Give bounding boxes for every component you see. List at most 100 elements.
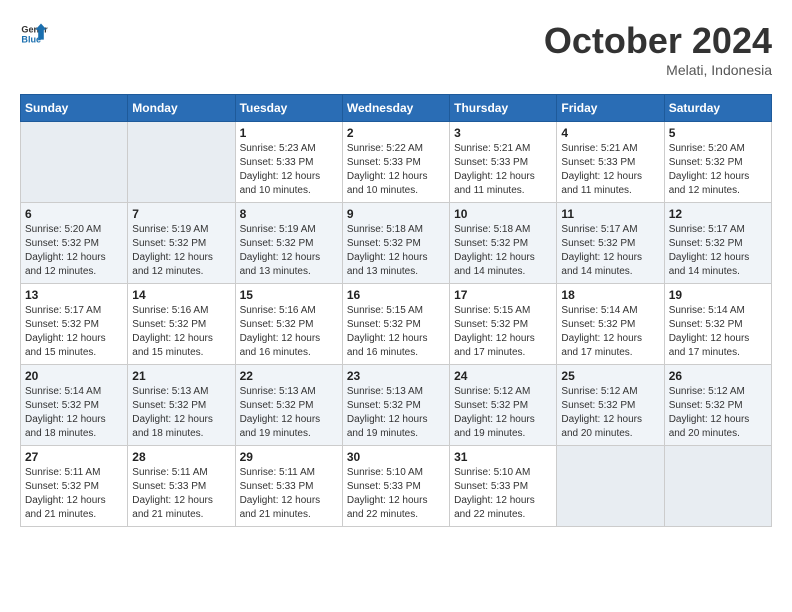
day-number: 8 [240, 207, 338, 221]
day-number: 21 [132, 369, 230, 383]
day-info: Sunrise: 5:19 AM Sunset: 5:32 PM Dayligh… [240, 223, 338, 279]
calendar-cell: 12 Sunrise: 5:17 AM Sunset: 5:32 PM Dayli… [664, 203, 771, 284]
day-info: Sunrise: 5:13 AM Sunset: 5:32 PM Dayligh… [240, 385, 338, 441]
calendar-cell: 1 Sunrise: 5:23 AM Sunset: 5:33 PM Daylig… [235, 122, 342, 203]
calendar-cell: 13Sunrise: 5:17 AM Sunset: 5:32 PM Dayli… [21, 284, 128, 365]
day-number: 29 [240, 450, 338, 464]
day-number: 13 [25, 288, 123, 302]
calendar-cell [557, 446, 664, 527]
day-number: 24 [454, 369, 552, 383]
title-block: October 2024 Melati, Indonesia [544, 20, 772, 78]
calendar-cell: 11 Sunrise: 5:17 AM Sunset: 5:32 PM Dayli… [557, 203, 664, 284]
calendar-cell: 27 Sunrise: 5:11 AM Sunset: 5:32 PM Dayli… [21, 446, 128, 527]
day-number: 23 [347, 369, 445, 383]
calendar-cell: 23 Sunrise: 5:13 AM Sunset: 5:32 PM Dayli… [342, 365, 449, 446]
day-info: Sunrise: 5:16 AM Sunset: 5:32 PM Dayligh… [240, 304, 338, 360]
calendar-cell: 14 Sunrise: 5:16 AM Sunset: 5:32 PM Dayli… [128, 284, 235, 365]
calendar-cell: 20Sunrise: 5:14 AM Sunset: 5:32 PM Dayli… [21, 365, 128, 446]
day-number: 17 [454, 288, 552, 302]
calendar-header-row: SundayMondayTuesdayWednesdayThursdayFrid… [21, 95, 772, 122]
day-info: Sunrise: 5:14 AM Sunset: 5:32 PM Dayligh… [25, 385, 123, 441]
logo-icon: General Blue [20, 20, 48, 48]
day-info: Sunrise: 5:13 AM Sunset: 5:32 PM Dayligh… [347, 385, 445, 441]
day-number: 6 [25, 207, 123, 221]
month-title: October 2024 [544, 20, 772, 62]
calendar-table: SundayMondayTuesdayWednesdayThursdayFrid… [20, 94, 772, 527]
calendar-cell: 29Sunrise: 5:11 AM Sunset: 5:33 PM Dayli… [235, 446, 342, 527]
calendar-cell: 5 Sunrise: 5:20 AM Sunset: 5:32 PM Daylig… [664, 122, 771, 203]
calendar-cell [21, 122, 128, 203]
day-number: 14 [132, 288, 230, 302]
calendar-cell: 30 Sunrise: 5:10 AM Sunset: 5:33 PM Dayli… [342, 446, 449, 527]
weekday-header: Wednesday [342, 95, 449, 122]
calendar-cell: 15Sunrise: 5:16 AM Sunset: 5:32 PM Dayli… [235, 284, 342, 365]
weekday-header: Thursday [450, 95, 557, 122]
weekday-header: Friday [557, 95, 664, 122]
calendar-week-row: 6 Sunrise: 5:20 AM Sunset: 5:32 PM Daylig… [21, 203, 772, 284]
calendar-week-row: 20Sunrise: 5:14 AM Sunset: 5:32 PM Dayli… [21, 365, 772, 446]
day-number: 19 [669, 288, 767, 302]
calendar-cell: 22 Sunrise: 5:13 AM Sunset: 5:32 PM Dayli… [235, 365, 342, 446]
weekday-header: Sunday [21, 95, 128, 122]
day-number: 4 [561, 126, 659, 140]
day-info: Sunrise: 5:21 AM Sunset: 5:33 PM Dayligh… [454, 142, 552, 198]
calendar-cell: 10Sunrise: 5:18 AM Sunset: 5:32 PM Dayli… [450, 203, 557, 284]
day-number: 16 [347, 288, 445, 302]
svg-text:Blue: Blue [21, 34, 41, 44]
day-info: Sunrise: 5:17 AM Sunset: 5:32 PM Dayligh… [561, 223, 659, 279]
day-number: 2 [347, 126, 445, 140]
calendar-cell [664, 446, 771, 527]
calendar-cell: 19 Sunrise: 5:14 AM Sunset: 5:32 PM Dayli… [664, 284, 771, 365]
calendar-cell: 2 Sunrise: 5:22 AM Sunset: 5:33 PM Daylig… [342, 122, 449, 203]
day-info: Sunrise: 5:12 AM Sunset: 5:32 PM Dayligh… [454, 385, 552, 441]
calendar-cell: 28 Sunrise: 5:11 AM Sunset: 5:33 PM Dayli… [128, 446, 235, 527]
calendar-cell: 16 Sunrise: 5:15 AM Sunset: 5:32 PM Dayli… [342, 284, 449, 365]
calendar-week-row: 1 Sunrise: 5:23 AM Sunset: 5:33 PM Daylig… [21, 122, 772, 203]
day-info: Sunrise: 5:15 AM Sunset: 5:32 PM Dayligh… [454, 304, 552, 360]
calendar-cell: 31 Sunrise: 5:10 AM Sunset: 5:33 PM Dayli… [450, 446, 557, 527]
day-info: Sunrise: 5:15 AM Sunset: 5:32 PM Dayligh… [347, 304, 445, 360]
day-info: Sunrise: 5:13 AM Sunset: 5:32 PM Dayligh… [132, 385, 230, 441]
day-info: Sunrise: 5:21 AM Sunset: 5:33 PM Dayligh… [561, 142, 659, 198]
day-number: 1 [240, 126, 338, 140]
location-subtitle: Melati, Indonesia [544, 62, 772, 78]
day-info: Sunrise: 5:10 AM Sunset: 5:33 PM Dayligh… [454, 466, 552, 522]
day-number: 25 [561, 369, 659, 383]
day-number: 27 [25, 450, 123, 464]
page-header: General Blue October 2024 Melati, Indone… [20, 20, 772, 78]
calendar-cell: 6 Sunrise: 5:20 AM Sunset: 5:32 PM Daylig… [21, 203, 128, 284]
day-info: Sunrise: 5:14 AM Sunset: 5:32 PM Dayligh… [669, 304, 767, 360]
calendar-cell: 21 Sunrise: 5:13 AM Sunset: 5:32 PM Dayli… [128, 365, 235, 446]
day-number: 31 [454, 450, 552, 464]
calendar-week-row: 27 Sunrise: 5:11 AM Sunset: 5:32 PM Dayli… [21, 446, 772, 527]
day-number: 22 [240, 369, 338, 383]
calendar-cell: 3 Sunrise: 5:21 AM Sunset: 5:33 PM Daylig… [450, 122, 557, 203]
day-info: Sunrise: 5:17 AM Sunset: 5:32 PM Dayligh… [669, 223, 767, 279]
weekday-header: Tuesday [235, 95, 342, 122]
weekday-header: Saturday [664, 95, 771, 122]
day-info: Sunrise: 5:11 AM Sunset: 5:32 PM Dayligh… [25, 466, 123, 522]
weekday-header: Monday [128, 95, 235, 122]
calendar-cell: 17 Sunrise: 5:15 AM Sunset: 5:32 PM Dayli… [450, 284, 557, 365]
day-number: 28 [132, 450, 230, 464]
day-number: 9 [347, 207, 445, 221]
day-number: 3 [454, 126, 552, 140]
day-info: Sunrise: 5:23 AM Sunset: 5:33 PM Dayligh… [240, 142, 338, 198]
day-info: Sunrise: 5:20 AM Sunset: 5:32 PM Dayligh… [669, 142, 767, 198]
day-number: 11 [561, 207, 659, 221]
day-info: Sunrise: 5:16 AM Sunset: 5:32 PM Dayligh… [132, 304, 230, 360]
calendar-cell: 18Sunrise: 5:14 AM Sunset: 5:32 PM Dayli… [557, 284, 664, 365]
calendar-cell: 4 Sunrise: 5:21 AM Sunset: 5:33 PM Daylig… [557, 122, 664, 203]
day-info: Sunrise: 5:11 AM Sunset: 5:33 PM Dayligh… [132, 466, 230, 522]
calendar-week-row: 13Sunrise: 5:17 AM Sunset: 5:32 PM Dayli… [21, 284, 772, 365]
day-info: Sunrise: 5:12 AM Sunset: 5:32 PM Dayligh… [669, 385, 767, 441]
day-number: 30 [347, 450, 445, 464]
day-info: Sunrise: 5:20 AM Sunset: 5:32 PM Dayligh… [25, 223, 123, 279]
day-info: Sunrise: 5:10 AM Sunset: 5:33 PM Dayligh… [347, 466, 445, 522]
day-info: Sunrise: 5:12 AM Sunset: 5:32 PM Dayligh… [561, 385, 659, 441]
day-info: Sunrise: 5:22 AM Sunset: 5:33 PM Dayligh… [347, 142, 445, 198]
day-number: 5 [669, 126, 767, 140]
day-number: 12 [669, 207, 767, 221]
calendar-cell: 9Sunrise: 5:18 AM Sunset: 5:32 PM Daylig… [342, 203, 449, 284]
calendar-cell: 8 Sunrise: 5:19 AM Sunset: 5:32 PM Daylig… [235, 203, 342, 284]
